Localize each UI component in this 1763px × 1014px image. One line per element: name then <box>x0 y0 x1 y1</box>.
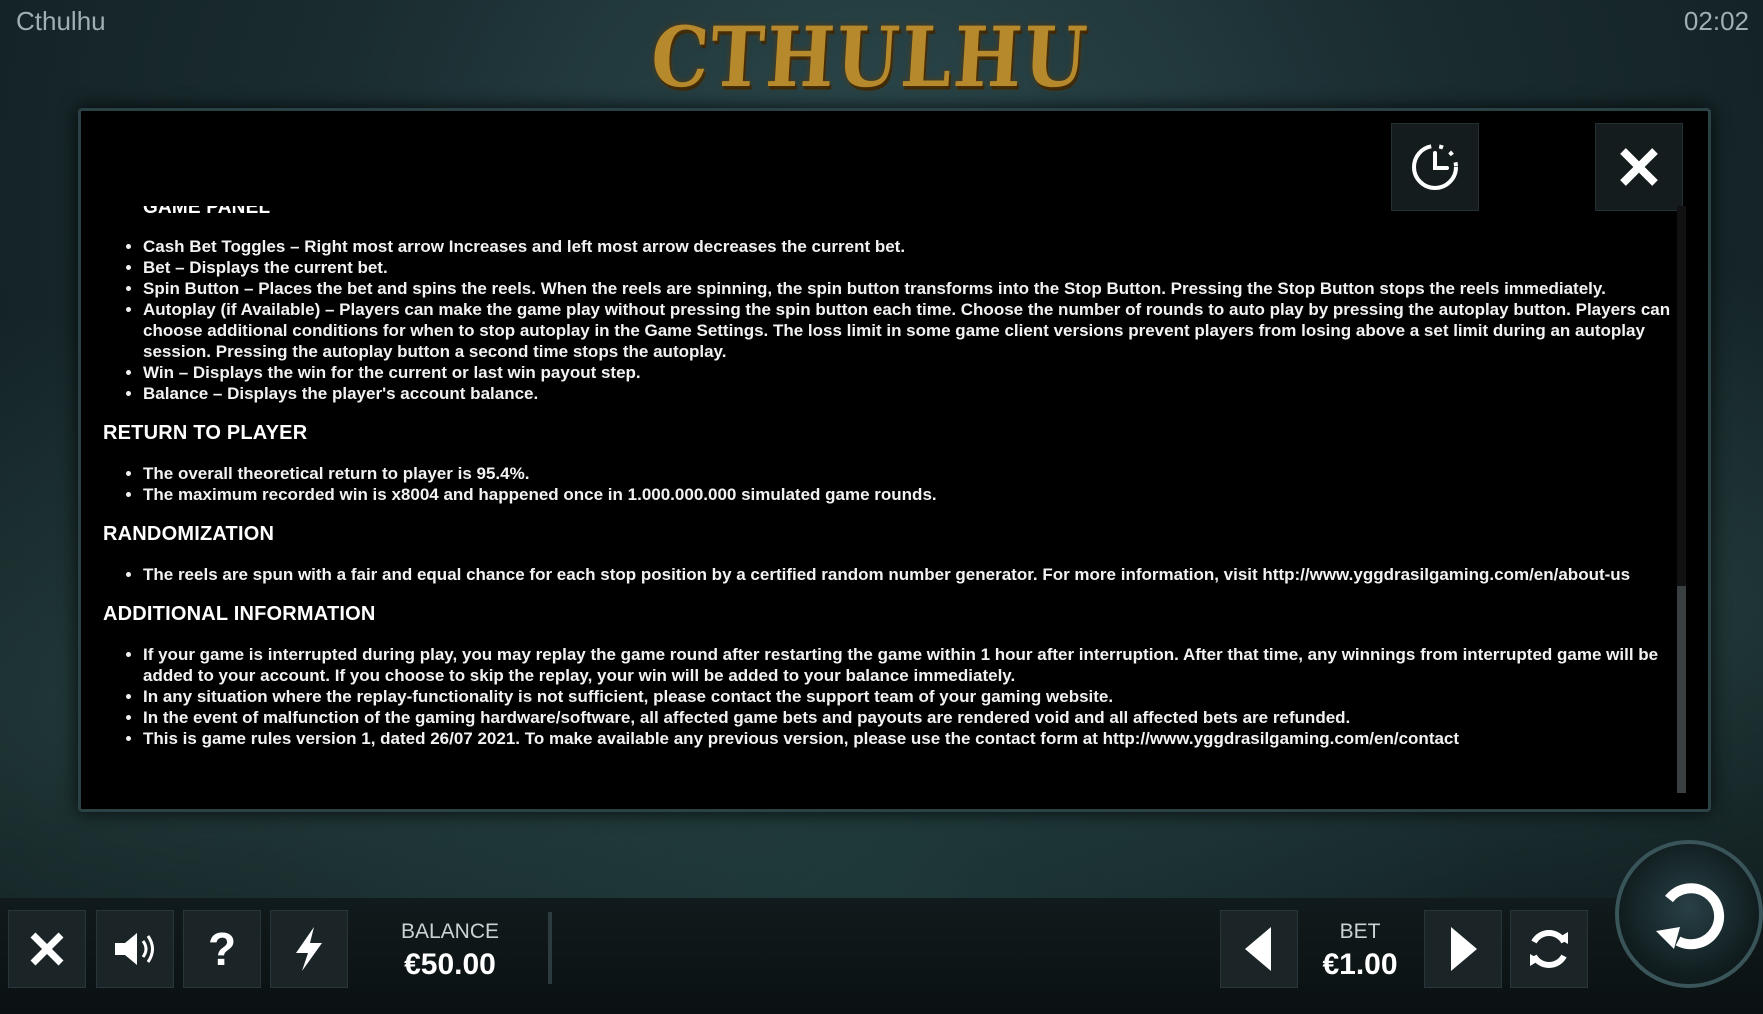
autoplay-button[interactable] <box>1510 910 1588 988</box>
list-item: If your game is interrupted during play,… <box>143 644 1683 686</box>
history-button[interactable] <box>1391 123 1479 211</box>
list-item: The overall theoretical return to player… <box>143 463 1683 484</box>
close-icon <box>30 932 64 966</box>
scrollbar-thumb[interactable] <box>1677 586 1686 793</box>
spin-icon <box>1656 883 1725 950</box>
balance-label: BALANCE <box>400 920 500 943</box>
list-item: Win – Displays the win for the current o… <box>143 362 1683 383</box>
arrow-right-icon <box>1451 927 1477 971</box>
bet-decrease-button[interactable] <box>1220 910 1298 988</box>
list-item: In the event of malfunction of the gamin… <box>143 707 1683 728</box>
list-item: Bet – Displays the current bet. <box>143 257 1683 278</box>
exit-button[interactable] <box>8 910 86 988</box>
sound-button[interactable] <box>96 910 174 988</box>
randomization-list: The reels are spun with a fair and equal… <box>103 564 1683 585</box>
bet-increase-button[interactable] <box>1424 910 1502 988</box>
clock: 02:02 <box>1683 6 1749 36</box>
question-icon: ? <box>207 923 237 975</box>
bet-value: €1.00 <box>1322 948 1398 981</box>
list-item: Balance – Displays the player's account … <box>143 383 1683 404</box>
help-button[interactable]: ? <box>183 910 261 988</box>
list-item: In any situation where the replay-functi… <box>143 686 1683 707</box>
additional-list: If your game is interrupted during play,… <box>103 644 1683 749</box>
turbo-button[interactable] <box>270 910 348 988</box>
balance-value: €50.00 <box>404 948 496 981</box>
list-item: Cash Bet Toggles – Right most arrow Incr… <box>143 236 1683 257</box>
list-item: This is game rules version 1, dated 26/0… <box>143 728 1683 749</box>
divider <box>548 912 552 984</box>
list-item: The maximum recorded win is x8004 and ha… <box>143 484 1683 505</box>
rules-modal: GAME PANEL Cash Bet Toggles – Right most… <box>78 108 1711 812</box>
section-heading-additional: ADDITIONAL INFORMATION <box>103 603 376 625</box>
autoplay-icon <box>1530 930 1568 968</box>
close-icon <box>1620 148 1658 186</box>
list-item: Spin Button – Places the bet and spins t… <box>143 278 1683 299</box>
rules-content[interactable]: GAME PANEL Cash Bet Toggles – Right most… <box>103 206 1683 796</box>
history-icon <box>1412 144 1458 190</box>
rtp-list: The overall theoretical return to player… <box>103 463 1683 505</box>
section-heading-rtp: RETURN TO PLAYER <box>103 422 308 444</box>
arrow-left-icon <box>1245 927 1271 971</box>
close-rules-button[interactable] <box>1595 123 1683 211</box>
lightning-icon <box>296 927 322 971</box>
section-heading-game-panel: GAME PANEL <box>143 206 271 218</box>
list-item: The reels are spun with a fair and equal… <box>143 564 1683 585</box>
spin-button[interactable] <box>1615 840 1763 988</box>
speaker-icon <box>115 933 154 965</box>
section-heading-randomization: RANDOMIZATION <box>103 523 275 545</box>
game-logo: CTHULHU <box>648 7 1092 105</box>
list-item: Autoplay (if Available) – Players can ma… <box>143 299 1683 362</box>
bet-label: BET <box>1339 920 1381 943</box>
app-title: Cthulhu <box>16 6 106 36</box>
scrollbar[interactable] <box>1677 206 1686 793</box>
game-panel-list: Cash Bet Toggles – Right most arrow Incr… <box>103 236 1683 404</box>
